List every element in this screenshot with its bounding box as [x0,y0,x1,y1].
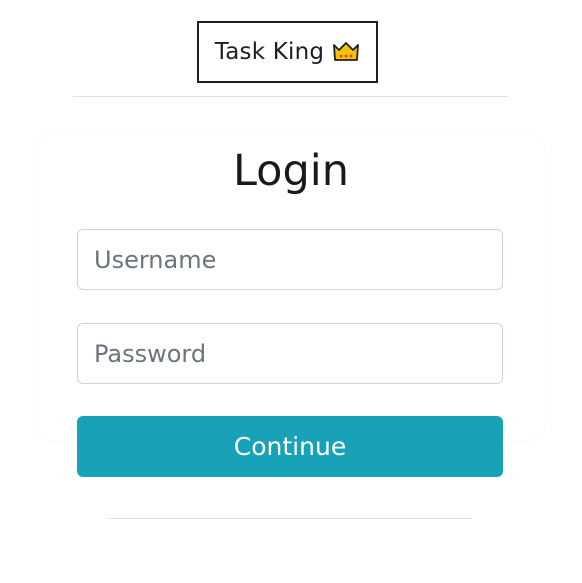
crown-icon [332,41,360,63]
page-title: Login [232,146,349,196]
app-logo[interactable]: Task King [197,21,378,83]
app-name: Task King [214,39,325,65]
header-divider [73,96,508,97]
password-input[interactable] [77,323,503,384]
username-input[interactable] [77,229,503,290]
footer-divider [109,518,472,519]
login-page: Task King Login Continue [0,0,582,583]
continue-button[interactable]: Continue [77,416,503,477]
